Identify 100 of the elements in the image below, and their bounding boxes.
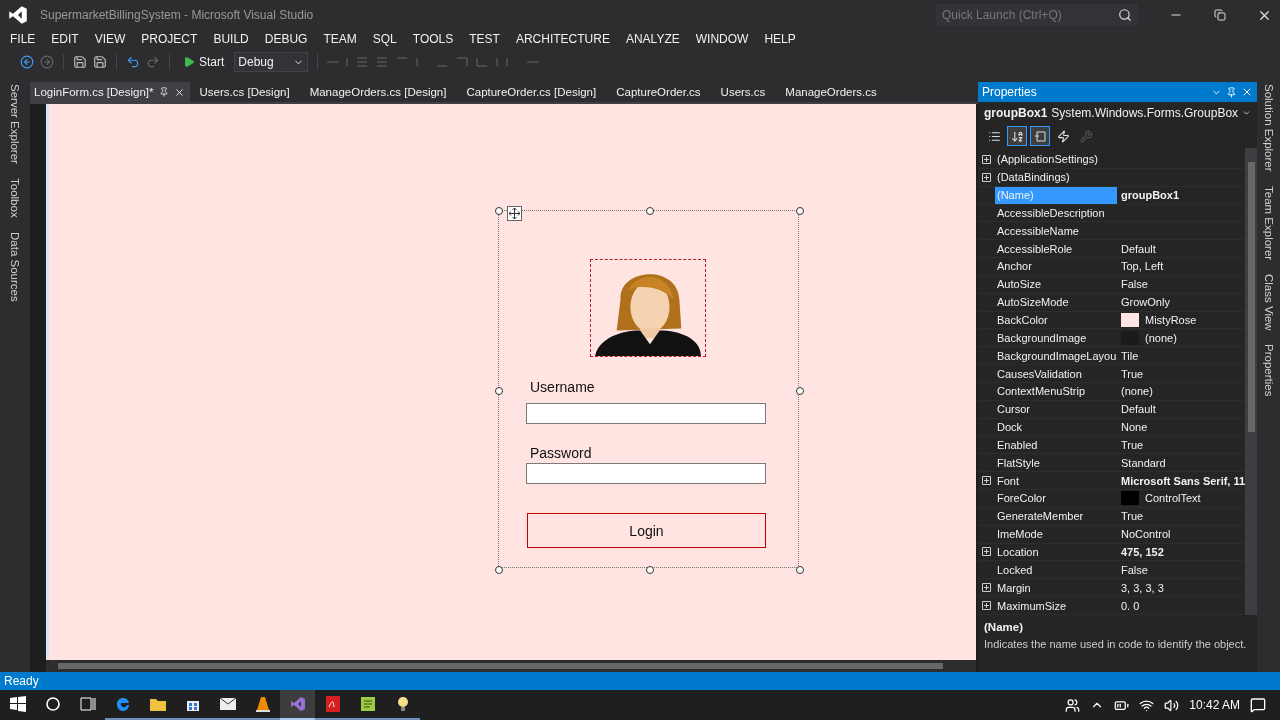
property-row[interactable]: BackgroundImageLayou Tile (978, 347, 1246, 366)
resize-handle[interactable] (796, 566, 804, 574)
close-icon[interactable] (173, 86, 185, 98)
property-row[interactable]: CausesValidation True (978, 365, 1246, 383)
property-row[interactable]: ForeColor ControlText (978, 490, 1246, 508)
tool-window-tab[interactable]: Team Explorer (1262, 185, 1275, 260)
tool-window-tab[interactable]: Toolbox (9, 177, 21, 218)
expand-icon[interactable] (982, 476, 991, 486)
property-row[interactable]: AutoSize False (978, 275, 1246, 294)
wifi-icon[interactable] (1139, 697, 1155, 713)
property-row[interactable]: (Name) groupBox1 (978, 186, 1246, 205)
property-row[interactable]: BackColor MistyRose (978, 311, 1246, 330)
back-icon[interactable] (20, 55, 34, 69)
document-tab[interactable]: ManageOrders.cs (775, 82, 887, 102)
property-row[interactable]: AccessibleDescription (978, 204, 1246, 223)
taskbar-app[interactable] (280, 690, 315, 720)
resize-handle[interactable] (495, 566, 503, 574)
document-tab[interactable]: CaptureOrder.cs (606, 82, 711, 102)
save-icon[interactable] (73, 55, 87, 69)
horizontal-scrollbar[interactable] (46, 660, 976, 672)
tool-window-tab[interactable]: Class View (1262, 273, 1275, 331)
document-tab[interactable]: LoginForm.cs [Design]* (30, 82, 190, 102)
property-row[interactable]: Margin 3, 3, 3, 3 (978, 579, 1246, 598)
username-field[interactable] (526, 403, 766, 424)
tool-window-tab[interactable]: Properties (1262, 344, 1275, 397)
resize-handle[interactable] (796, 387, 804, 395)
move-icon[interactable] (507, 206, 522, 221)
property-row[interactable]: (ApplicationSettings) (978, 151, 1246, 169)
description-text: Indicates the name used in code to identify the object. (984, 637, 1248, 650)
property-row[interactable]: Locked False (978, 561, 1246, 580)
save-all-icon[interactable] (93, 55, 107, 69)
redo-icon[interactable] (146, 55, 160, 69)
menu-item[interactable]: ARCHITECTURE (507, 30, 618, 48)
menu-item[interactable]: ANALYZE (617, 30, 688, 48)
password-field[interactable] (526, 463, 766, 484)
expand-icon[interactable] (982, 172, 991, 182)
menu-item[interactable]: TEST (461, 30, 508, 48)
menu-item[interactable]: VIEW (86, 30, 134, 48)
people-icon[interactable] (1065, 697, 1081, 713)
resize-handle[interactable] (495, 387, 503, 395)
tool-window-tab[interactable]: Server Explorer (9, 84, 21, 164)
property-name: FlatStyle (996, 455, 1041, 471)
property-row[interactable]: ContextMenuStrip (none) (978, 382, 1246, 401)
menu-item[interactable]: FILE (2, 30, 44, 48)
expand-icon[interactable] (982, 601, 991, 610)
resize-handle[interactable] (646, 566, 654, 574)
expand-icon[interactable] (982, 547, 991, 557)
document-tab[interactable]: CaptureOrder.cs [Design] (456, 82, 607, 102)
login-button[interactable]: Login (527, 513, 766, 548)
property-row[interactable]: Dock None (978, 418, 1246, 437)
resize-handle[interactable] (796, 207, 804, 215)
menu-item[interactable]: SQL (364, 30, 405, 48)
property-row[interactable]: Font Microsoft Sans Serif, 11 (978, 472, 1246, 491)
object-selector[interactable]: groupBox1 System.Windows.Forms.GroupBox (978, 102, 1257, 124)
menu-item[interactable]: HELP (756, 30, 804, 48)
property-row[interactable]: GenerateMember True (978, 507, 1246, 526)
property-row[interactable]: BackgroundImage (none) (978, 329, 1246, 348)
undo-icon[interactable] (126, 55, 140, 69)
tool-window-tab[interactable]: Data Sources (9, 231, 21, 302)
menu-item[interactable]: EDIT (43, 30, 87, 48)
property-name: ContextMenuStrip (996, 384, 1087, 400)
document-tab[interactable]: ManageOrders.cs [Design] (299, 82, 457, 102)
property-row[interactable]: Enabled True (978, 436, 1246, 455)
pin-icon[interactable] (1226, 86, 1237, 98)
close-icon[interactable] (1241, 86, 1253, 98)
document-tab[interactable]: Users.cs (710, 82, 776, 102)
window-title: SupermarketBillingSystem - Microsoft Visual Studio (40, 8, 315, 22)
property-row[interactable]: AccessibleRole Default (978, 240, 1246, 259)
menu-item[interactable]: TOOLS (404, 30, 462, 48)
property-row[interactable]: AutoSizeMode GrowOnly (978, 293, 1246, 312)
property-row[interactable]: ImeMode NoControl (978, 525, 1246, 544)
view-button[interactable] (1007, 126, 1027, 146)
menu-item[interactable]: TEAM (315, 30, 365, 48)
tool-window-tab[interactable]: Solution Explorer (1262, 84, 1275, 172)
vertical-scrollbar[interactable] (1245, 148, 1257, 615)
property-value: 0. 0 (1121, 599, 1140, 612)
notifications-icon[interactable] (1250, 697, 1266, 713)
password-label: Password (530, 445, 592, 461)
property-row[interactable]: MaximumSize 0. 0 (978, 597, 1246, 615)
menu-item[interactable]: BUILD (205, 30, 257, 48)
expand-icon[interactable] (982, 583, 991, 593)
resize-handle[interactable] (495, 207, 503, 215)
pin-icon[interactable] (158, 87, 169, 97)
property-name: AccessibleDescription (996, 205, 1106, 221)
menu-item[interactable]: DEBUG (256, 30, 316, 48)
menu-item[interactable]: PROJECT (133, 30, 206, 48)
property-row[interactable]: FlatStyle Standard (978, 454, 1246, 473)
property-row[interactable]: Location 475, 152 (978, 543, 1246, 562)
expand-icon[interactable] (982, 154, 991, 164)
property-row[interactable]: (DataBindings) (978, 168, 1246, 187)
property-row[interactable]: Anchor Top, Left (978, 258, 1246, 276)
volume-icon[interactable] (1164, 697, 1180, 713)
property-row[interactable]: Cursor Default (978, 400, 1246, 419)
configuration-dropdown[interactable]: Debug (234, 52, 309, 72)
start-button[interactable]: Start (179, 55, 229, 69)
document-tab[interactable]: Users.cs [Design] (189, 82, 300, 102)
menu-item[interactable]: WINDOW (687, 30, 757, 48)
resize-handle[interactable] (646, 207, 654, 215)
property-row[interactable]: AccessibleName (978, 222, 1246, 241)
property-name: BackgroundImageLayou (996, 348, 1117, 364)
